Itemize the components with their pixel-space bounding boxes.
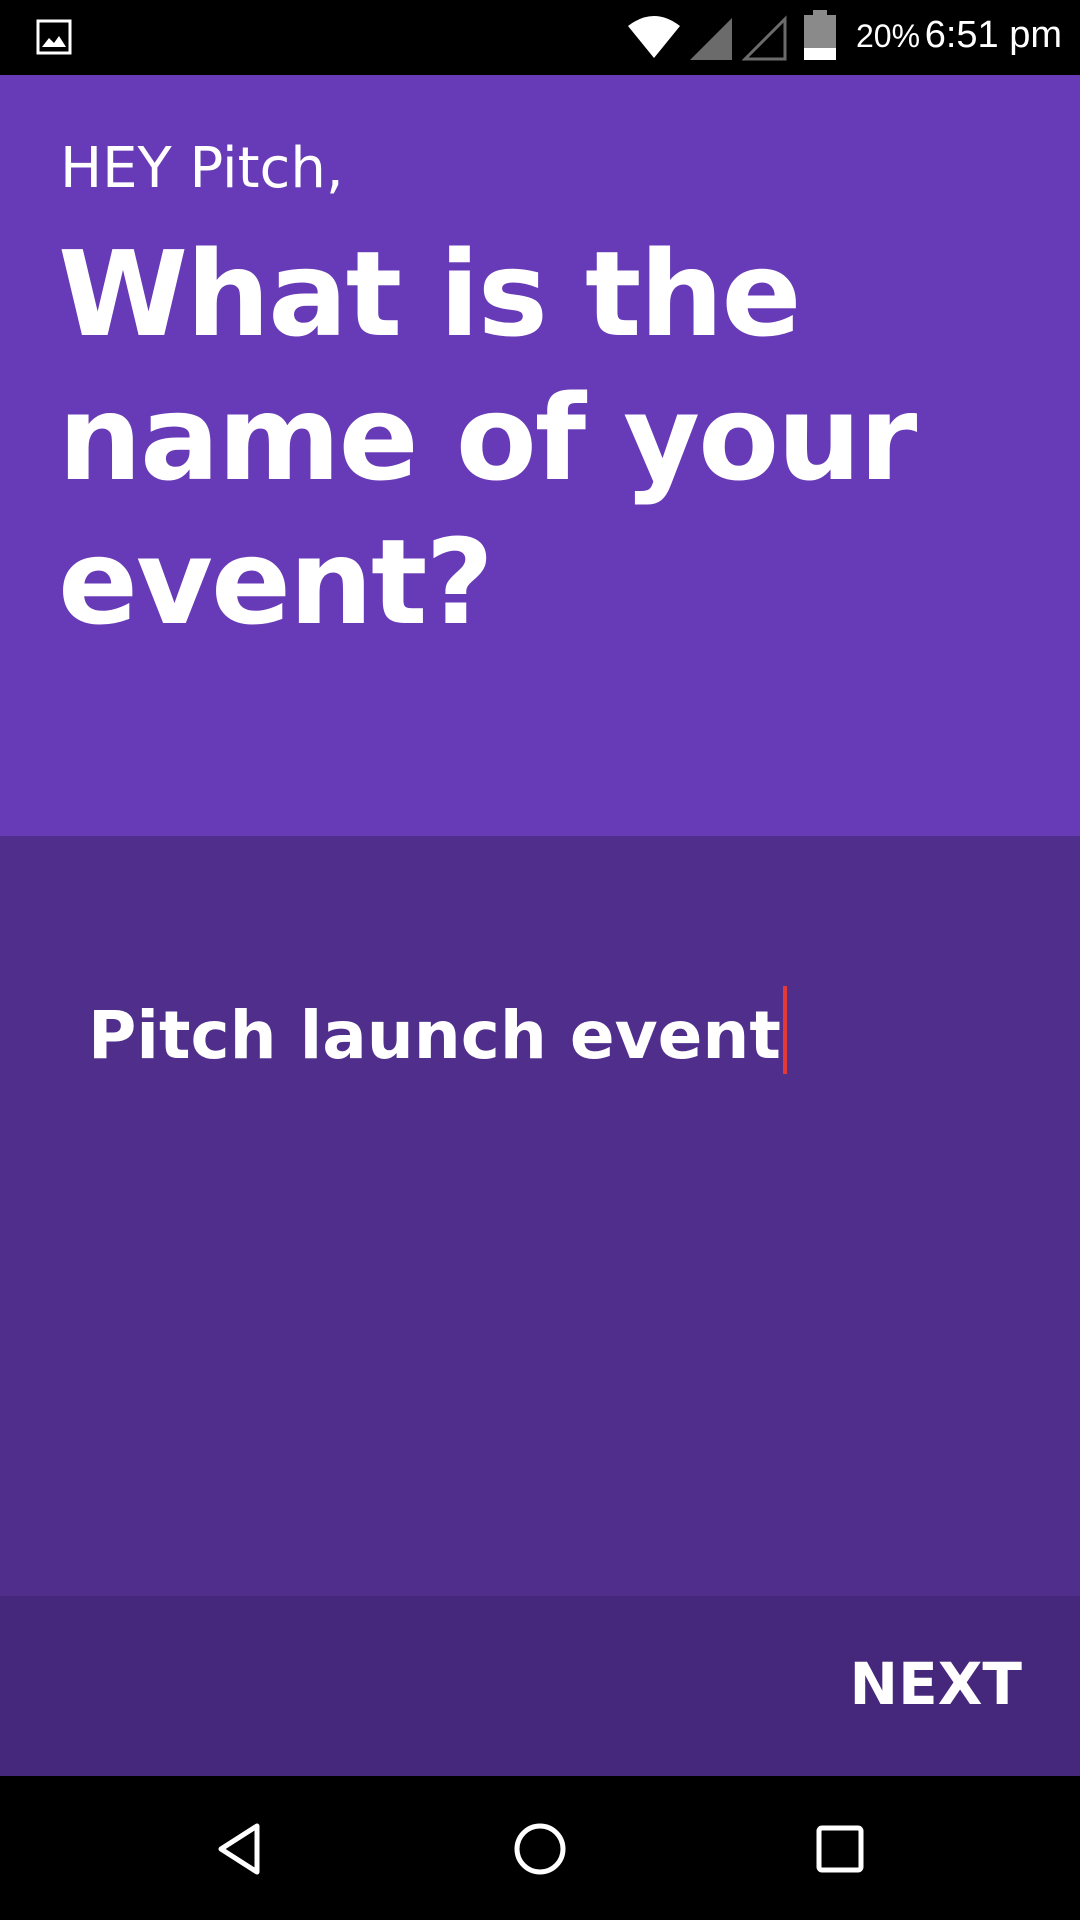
signal-icon bbox=[690, 18, 732, 60]
next-button[interactable]: NEXT bbox=[850, 1650, 1022, 1718]
navigation-bar bbox=[0, 1776, 1080, 1920]
greeting: HEY Pitch, bbox=[60, 136, 344, 201]
input-area: Pitch launch event bbox=[0, 836, 1080, 1596]
signal-icon-empty bbox=[742, 15, 787, 61]
screen: 20% 6:51 pm HEY Pitch, What is the name … bbox=[0, 0, 1080, 1920]
recents-icon[interactable] bbox=[805, 1814, 875, 1884]
battery-icon bbox=[804, 10, 836, 60]
home-icon[interactable] bbox=[505, 1814, 575, 1884]
gallery-icon bbox=[36, 19, 72, 55]
clock: 6:51 pm bbox=[924, 14, 1062, 56]
wifi-icon bbox=[628, 16, 680, 58]
status-bar: 20% 6:51 pm bbox=[0, 0, 1080, 75]
footer: NEXT bbox=[0, 1596, 1080, 1776]
battery-percentage: 20% bbox=[856, 18, 921, 54]
event-name-input[interactable]: Pitch launch event bbox=[88, 986, 1008, 1096]
page-title: What is the name of your event? bbox=[58, 225, 917, 651]
back-icon[interactable] bbox=[205, 1814, 275, 1884]
text-caret bbox=[782, 986, 787, 1074]
event-name-value: Pitch launch event bbox=[88, 997, 781, 1074]
